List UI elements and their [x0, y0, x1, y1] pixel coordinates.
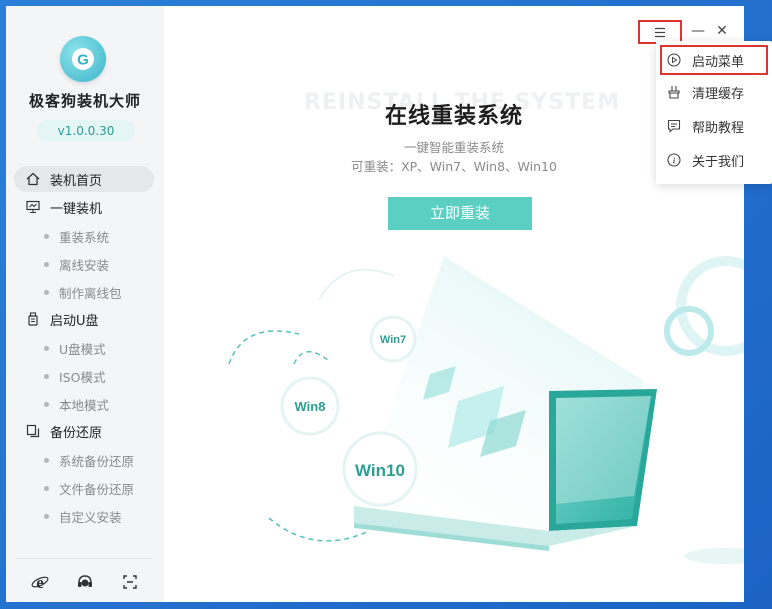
settings-dropdown-menu: 启动菜单 清理缓存 帮助教程 i 关于我们 [656, 41, 772, 184]
sidebar-item-label: 备份还原 [50, 425, 103, 441]
sidebar-subitem[interactable]: 制作离线包 [14, 278, 154, 306]
sidebar-subitem-label: 离线安装 [59, 257, 110, 273]
app-window: G 极客狗装机大师 v1.0.0.30 装机首页 一键装机 重装系统 离线安装 [6, 6, 744, 602]
sidebar-item-label: 启动U盘 [50, 313, 99, 329]
win10-badge: Win10 [342, 431, 418, 507]
sidebar-subitem-label: 自定义安装 [59, 509, 122, 525]
bullet-icon [44, 373, 49, 379]
sidebar-item-label: 一键装机 [50, 201, 103, 217]
expand-icon[interactable] [119, 571, 141, 593]
win10-badge-label: Win10 [355, 461, 405, 480]
svg-text:G: G [77, 52, 89, 69]
laptop-illustration: Win7 Win8 Win10 [228, 256, 744, 564]
chat-support-icon[interactable] [74, 571, 96, 593]
home-icon [24, 170, 42, 188]
svg-text:e: e [37, 573, 45, 591]
menu-item-label: 清理缓存 [692, 86, 745, 102]
menu-item-label: 帮助教程 [692, 120, 745, 136]
win7-badge-label: Win7 [380, 334, 406, 346]
bullet-icon [44, 485, 49, 491]
ie-browser-icon[interactable]: e [29, 571, 51, 593]
sidebar-divider [16, 558, 152, 559]
version-badge: v1.0.0.30 [37, 120, 135, 142]
sidebar-subitem-label: 制作离线包 [59, 285, 122, 301]
broom-icon [666, 84, 682, 100]
bullet-icon [44, 233, 49, 239]
bullet-icon [44, 261, 49, 267]
help-chat-icon [666, 118, 682, 134]
app-name: 极客狗装机大师 [28, 92, 141, 110]
sidebar-subitem[interactable]: 离线安装 [14, 250, 154, 278]
bullet-icon [44, 513, 49, 519]
sidebar-subitem-label: 本地模式 [59, 397, 110, 413]
install-now-button[interactable]: 立即重装 [388, 197, 532, 230]
bullet-icon [44, 457, 49, 463]
menu-item-help-tutorial[interactable]: 帮助教程 [656, 109, 772, 143]
monitor-icon [24, 198, 42, 216]
bullet-icon [44, 401, 49, 407]
bullet-icon [44, 345, 49, 351]
sidebar-item-home[interactable]: 装机首页 [14, 166, 154, 192]
sidebar-subitem[interactable]: 文件备份还原 [14, 474, 154, 502]
sidebar-subitem-label: ISO模式 [59, 369, 106, 385]
sidebar-subitem[interactable]: 本地模式 [14, 390, 154, 418]
sidebar-item-boot-usb[interactable]: 启动U盘 [14, 306, 154, 332]
sidebar-subitem[interactable]: 系统备份还原 [14, 446, 154, 474]
win7-badge: Win7 [369, 315, 417, 363]
sidebar-nav: 装机首页 一键装机 重装系统 离线安装 制作离线包 启动U盘 U盘模式 ISO模… [14, 166, 154, 530]
win8-badge: Win8 [280, 376, 340, 436]
menu-item-clear-cache[interactable]: 清理缓存 [656, 75, 772, 109]
backup-icon [24, 422, 42, 440]
sidebar-subitem[interactable]: 重装系统 [14, 222, 154, 250]
sidebar-subitem[interactable]: ISO模式 [14, 362, 154, 390]
sidebar-subitem-label: U盘模式 [59, 341, 106, 357]
sidebar: G 极客狗装机大师 v1.0.0.30 装机首页 一键装机 重装系统 离线安装 [6, 6, 164, 602]
bullet-icon [44, 289, 49, 295]
sidebar-subitem-label: 文件备份还原 [59, 481, 135, 497]
close-button[interactable]: ✕ [710, 20, 734, 42]
info-icon: i [666, 152, 682, 168]
sidebar-item-backup-restore[interactable]: 备份还原 [14, 418, 154, 444]
sidebar-item-one-click-install[interactable]: 一键装机 [14, 194, 154, 220]
menu-item-label: 启动菜单 [692, 54, 745, 70]
sidebar-subitem[interactable]: 自定义安装 [14, 502, 154, 530]
app-logo-icon: G [60, 36, 106, 82]
sidebar-subitem-label: 重装系统 [59, 229, 110, 245]
sidebar-subitem[interactable]: U盘模式 [14, 334, 154, 362]
win8-badge-label: Win8 [295, 399, 326, 414]
menu-item-boot-menu[interactable]: 启动菜单 [660, 45, 768, 75]
menu-item-label: 关于我们 [692, 154, 745, 170]
minimize-button[interactable]: — [686, 20, 710, 42]
sidebar-bottom-toolbar: e [6, 571, 164, 593]
sidebar-item-label: 装机首页 [50, 173, 103, 189]
usb-icon [24, 310, 42, 328]
sidebar-subitem-label: 系统备份还原 [59, 453, 135, 469]
menu-item-about-us[interactable]: i 关于我们 [656, 143, 772, 177]
play-circle-icon [666, 52, 682, 68]
svg-text:i: i [673, 157, 676, 166]
